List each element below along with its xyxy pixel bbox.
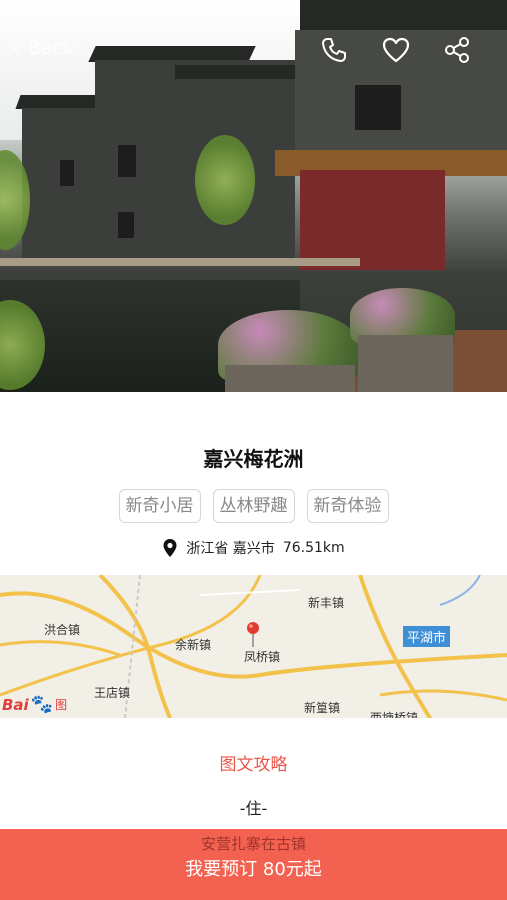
shop-front [300,170,445,270]
book-button-label: 我要预订 80元起 [185,859,322,880]
map-label: 洪合镇 [44,623,81,637]
share-icon[interactable] [441,34,473,66]
planter [358,335,453,392]
roof [15,95,101,109]
map-label: 西塘桥镇 [370,711,419,718]
window [118,145,136,177]
window [60,160,74,186]
map-city-label: 平湖市 [403,626,451,647]
section-title: -住- [239,799,268,818]
distance-text: 76.51km [282,540,345,556]
location-pin-icon [163,539,177,557]
railing [0,258,360,266]
place-name: 嘉兴梅花洲 [203,447,304,471]
map-label: 余新镇 [175,638,212,652]
heart-icon[interactable] [380,34,412,66]
map-label: 凤桥镇 [244,650,281,664]
tag-item[interactable]: 新奇小居 [118,489,201,523]
status-bar [0,0,507,24]
baidu-logo: Bai 🐾 图 [2,694,68,715]
willow-tree [195,135,255,225]
tag-list: 新奇小居 丛林野趣 新奇体验 [0,489,507,523]
roof [175,65,315,79]
location-row: 浙江省 嘉兴市 76.51km [0,538,507,558]
guide-link[interactable]: 图文攻略 [0,750,507,775]
location-text: 浙江省 嘉兴市 [186,541,275,557]
map-label: 新篁镇 [304,701,341,715]
window [118,212,134,238]
phone-icon[interactable] [318,34,350,66]
chevron-left-icon: ‹ [12,34,22,62]
hero-photo [0,0,507,392]
tag-item[interactable]: 新奇体验 [306,489,389,523]
map-label: 王店镇 [94,686,131,700]
map-label: 新丰镇 [308,596,345,610]
tag-item[interactable]: 丛林野趣 [212,489,295,523]
map-pin-icon[interactable] [245,621,261,647]
planter [225,365,355,392]
section-subtitle: 安营扎寨在古镇 [200,835,306,853]
window [355,85,401,130]
back-label: Back [27,37,74,59]
back-button[interactable]: ‹ Back [12,36,74,60]
paw-icon: 🐾 [30,694,54,715]
